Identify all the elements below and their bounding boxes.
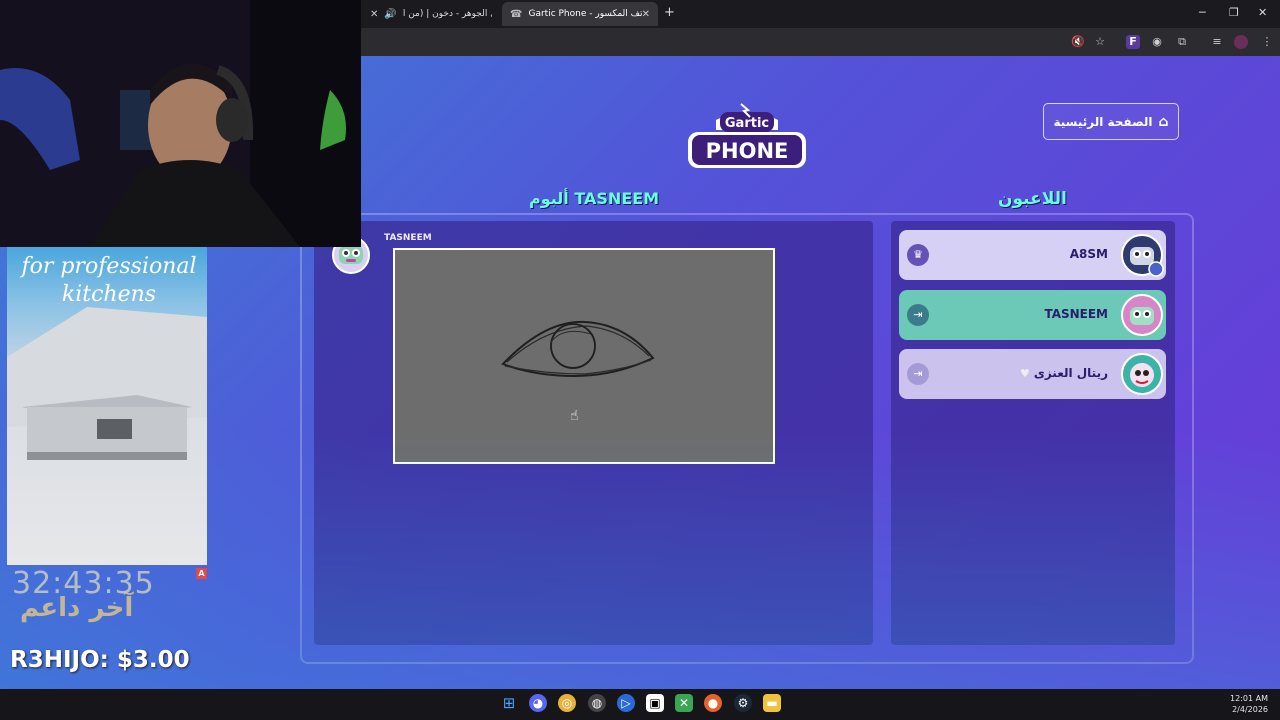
firefox-icon[interactable]: ● <box>704 694 722 712</box>
close-tab-icon[interactable]: ✕ <box>642 9 650 20</box>
steam-icon[interactable]: ⚙ <box>734 694 752 712</box>
last-supporter-label: آخر داعم <box>20 593 134 623</box>
player-name: A8SM <box>1069 247 1108 261</box>
ad-text: for professional kitchens <box>21 254 197 307</box>
clock-date: 2/4/2026 <box>1232 705 1268 714</box>
folder-icon[interactable]: ▬ <box>763 694 781 712</box>
extension-icon[interactable]: ◉ <box>1150 35 1164 49</box>
close-tab-icon[interactable]: ✕ <box>370 9 378 20</box>
drawing-canvas[interactable] <box>393 248 775 464</box>
crown-icon: ♛ <box>907 244 929 266</box>
webcam-overlay <box>0 0 361 247</box>
players-panel <box>891 221 1175 645</box>
player-name-text: ريتال العنزى <box>1033 366 1108 380</box>
player-item: ⇥ ♥ ريتال العنزى <box>899 349 1166 399</box>
heart-icon: ♥ <box>1019 366 1030 380</box>
webcam-scene <box>0 0 361 247</box>
enter-icon[interactable]: ⇥ <box>907 304 929 326</box>
capcut-icon[interactable]: ▣ <box>646 694 664 712</box>
eye-drawing <box>501 320 655 378</box>
media-control-icon[interactable]: ≡ <box>1210 35 1224 49</box>
restore-icon[interactable]: ❐ <box>1229 6 1239 19</box>
player-avatar <box>1121 234 1164 277</box>
mute-icon[interactable]: 🔇 <box>1071 35 1085 49</box>
windows-start-icon[interactable]: ⊞ <box>500 694 518 712</box>
close-window-icon[interactable]: ✕ <box>1258 6 1267 19</box>
minimize-icon[interactable]: ─ <box>1199 6 1206 19</box>
tab-label: عبادي الجوهر - دخون | (من أ... <box>402 9 492 19</box>
puzzle-icon[interactable]: ⧉ <box>1175 35 1189 49</box>
obs-icon[interactable]: ◍ <box>588 694 606 712</box>
hand-cursor-icon: ☝ <box>570 408 579 424</box>
menu-dots-icon[interactable]: ⋮ <box>1260 35 1274 49</box>
enter-icon[interactable]: ⇥ <box>907 363 929 385</box>
player-name: TASNEEM <box>1044 307 1108 321</box>
logo-bottom-text: PHONE <box>706 139 789 163</box>
player-avatar <box>1121 294 1163 336</box>
chrome-icon[interactable]: ◎ <box>558 694 576 712</box>
players-title: اللاعبون <box>998 189 1067 209</box>
speaker-icon: 🔊 <box>384 8 397 20</box>
album-title: ألبوم TASNEEM <box>529 189 660 208</box>
tab-music[interactable]: ✕ 🔊 عبادي الجوهر - دخون | (من أ... <box>362 2 500 26</box>
tab-gartic-phone[interactable]: ☎ Gartic Phone - الهاتف المكسور ✕ <box>502 2 658 26</box>
ad-badge: A <box>196 568 207 579</box>
tab-label: Gartic Phone - الهاتف المكسور <box>528 9 642 19</box>
player-avatar <box>1121 353 1163 395</box>
home-icon: ⌂ <box>1158 113 1169 130</box>
bookmark-star-icon[interactable]: ☆ <box>1093 35 1107 49</box>
gartic-phone-logo: Gartic PHONE <box>688 103 806 168</box>
phone-icon: ☎ <box>510 8 523 20</box>
system-clock: 12:01 AM 2/4/2026 <box>1230 693 1268 715</box>
drawer-name: TASNEEM <box>384 233 432 243</box>
home-button-label: الصفحة الرئيسية <box>1053 114 1153 129</box>
new-tab-button[interactable]: + <box>664 5 675 20</box>
player-name: ♥ ريتال العنزى <box>1020 366 1108 380</box>
donation-text: R3HIJO: $3.00 <box>10 647 190 673</box>
extension-f-icon[interactable]: F <box>1126 35 1140 49</box>
xbox-icon[interactable]: ✕ <box>675 694 693 712</box>
taskbar <box>0 689 1280 720</box>
logo-top-text: Gartic <box>725 116 769 131</box>
discord-icon[interactable]: ◕ <box>529 694 547 712</box>
player-item: ♛ A8SM <box>899 230 1166 280</box>
player-item: ⇥ TASNEEM <box>899 290 1166 340</box>
home-button[interactable]: الصفحة الرئيسية ⌂ <box>1043 103 1179 140</box>
clock-time: 12:01 AM <box>1230 694 1268 703</box>
profile-avatar[interactable] <box>1234 35 1248 49</box>
screen: ✕ 🔊 عبادي الجوهر - دخون | (من أ... ☎ Gar… <box>0 0 1280 720</box>
app-icon[interactable]: ▷ <box>617 694 635 712</box>
